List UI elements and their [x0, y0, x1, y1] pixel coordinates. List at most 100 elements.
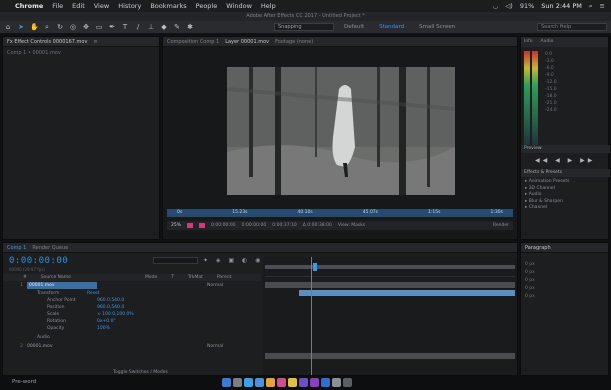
effects-item[interactable]: ▸ Channel — [525, 205, 569, 212]
layer-search-input[interactable] — [153, 257, 198, 264]
paragraph-field[interactable]: 0 px — [525, 285, 605, 293]
menu-people[interactable]: People — [196, 2, 218, 10]
safari-icon[interactable] — [244, 378, 253, 387]
effects-presets-header[interactable]: Effects & Presets — [521, 169, 610, 177]
reset-link[interactable]: Reset — [87, 290, 100, 297]
audio-label[interactable]: Audio — [37, 334, 87, 341]
tab-composition[interactable]: Composition Comp 1 — [167, 39, 219, 45]
render-checkbox[interactable]: Render — [493, 223, 509, 228]
paragraph-field[interactable]: 0 px — [525, 293, 605, 301]
range-end[interactable]: 0:00:37:10 — [272, 223, 297, 228]
tab-audio[interactable]: Audio — [541, 39, 554, 45]
range-start[interactable]: 0:00:00:00 — [242, 223, 267, 228]
tab-paragraph[interactable]: Paragraph — [525, 245, 551, 251]
channel-swatch[interactable] — [187, 223, 194, 228]
pan-tool-icon[interactable]: ✥ — [82, 23, 90, 31]
property-value[interactable]: 960.0,540.0 — [97, 304, 124, 311]
mail-icon[interactable] — [255, 378, 264, 387]
paragraph-field[interactable]: 0 px — [525, 269, 605, 277]
chrome-icon[interactable] — [288, 378, 297, 387]
clone-tool-icon[interactable]: ⊥ — [147, 23, 155, 31]
property-row[interactable]: Scale ∞ 100.0,100.0% — [47, 311, 134, 318]
rotate-tool-icon[interactable]: ↻ — [56, 23, 64, 31]
col-header[interactable]: Mode — [145, 274, 157, 281]
preview-playback-buttons[interactable]: ◀◀ ◀ ▶ ▶▶ — [535, 157, 595, 164]
layer-track-selected[interactable] — [299, 290, 515, 296]
photos-icon[interactable] — [266, 378, 275, 387]
property-value[interactable]: ∞ 100.0,100.0% — [97, 311, 134, 318]
pen-tool-icon[interactable]: ✒ — [108, 23, 116, 31]
volume-icon[interactable]: ◁) — [505, 2, 513, 10]
settings-icon[interactable] — [332, 378, 341, 387]
layer-track[interactable] — [265, 282, 515, 288]
selection-tool-icon[interactable]: ➤ — [17, 23, 25, 31]
timeline-tracks[interactable] — [263, 257, 517, 375]
after-effects-icon[interactable] — [299, 378, 308, 387]
viewer-time-ruler[interactable]: 0s 15.23s 40.10s 45.07s 1:15s 1:30s — [167, 209, 513, 217]
property-row[interactable]: Rotation 0x+0.0° — [47, 318, 116, 325]
paragraph-field[interactable]: 0 px — [525, 277, 605, 285]
transform-group[interactable]: Transform Reset — [37, 290, 100, 297]
tab-effect-controls[interactable]: Fx Effect Controls 0000167.mov — [7, 39, 87, 45]
brush-tool-icon[interactable]: ∕ — [134, 23, 142, 31]
tab-comp-1[interactable]: Comp 1 — [7, 245, 26, 251]
col-header[interactable]: # — [23, 274, 27, 281]
layer-row[interactable]: 1 00001.mov Normal — [3, 282, 261, 289]
launchpad-icon[interactable] — [233, 378, 242, 387]
snapping-toggle[interactable]: Snapping — [274, 23, 334, 31]
magnification-dropdown[interactable]: 25% — [171, 223, 181, 228]
property-value[interactable]: 100% — [97, 325, 110, 332]
paragraph-field[interactable]: 0 px — [525, 261, 605, 269]
menu-view[interactable]: View — [94, 2, 109, 10]
preview-header[interactable]: Preview — [521, 145, 610, 153]
layer-row[interactable]: 2 00001.mov Normal — [3, 343, 261, 350]
battery-percent[interactable]: 91% — [520, 2, 534, 10]
mask-tool-icon[interactable]: ▭ — [95, 23, 103, 31]
layer-name[interactable]: 00001.mov — [27, 343, 97, 350]
layer-name[interactable]: 00001.mov — [27, 282, 97, 289]
premiere-icon[interactable] — [310, 378, 319, 387]
tab-info[interactable]: Info — [524, 39, 533, 45]
zoom-tool-icon[interactable]: ⌕ — [43, 23, 51, 31]
notification-center-icon[interactable]: ≡ — [600, 2, 605, 10]
home-icon[interactable]: ⌂ — [4, 23, 12, 31]
wifi-icon[interactable]: ◡ — [493, 2, 499, 10]
menu-window[interactable]: Window — [226, 2, 252, 10]
puppet-tool-icon[interactable]: ✱ — [186, 23, 194, 31]
tab-render-queue[interactable]: Render Queue — [32, 245, 68, 251]
layer-mode[interactable]: Normal — [207, 343, 223, 350]
property-row[interactable]: Position 960.0,540.0 — [47, 304, 124, 311]
channel-swatch[interactable] — [199, 223, 206, 228]
photoshop-icon[interactable] — [321, 378, 330, 387]
property-value[interactable]: 960.0,540.0 — [97, 297, 124, 304]
menu-edit[interactable]: Edit — [72, 2, 85, 10]
workspace-default[interactable]: Default — [339, 24, 369, 30]
menu-history[interactable]: History — [118, 2, 141, 10]
audio-group[interactable]: Audio — [37, 334, 87, 341]
roto-tool-icon[interactable]: ✎ — [173, 23, 181, 31]
layer-track[interactable] — [265, 353, 515, 359]
menu-bookmarks[interactable]: Bookmarks — [150, 2, 186, 10]
property-row[interactable]: Opacity 100% — [47, 325, 110, 332]
workspace-small-screen[interactable]: Small Screen — [414, 24, 460, 30]
current-time[interactable]: 0:00:00:00 — [211, 223, 236, 228]
tab-layer[interactable]: Layer 00001.mov — [225, 39, 269, 45]
layer-mode[interactable]: Normal — [207, 282, 223, 289]
time-ruler[interactable] — [265, 271, 515, 277]
transform-label[interactable]: Transform — [37, 290, 87, 297]
type-tool-icon[interactable]: T — [121, 23, 129, 31]
col-header[interactable]: Parent — [217, 274, 231, 281]
itunes-icon[interactable] — [277, 378, 286, 387]
work-area-marker[interactable] — [313, 263, 317, 271]
playhead[interactable] — [311, 257, 312, 375]
finder-icon[interactable] — [222, 378, 231, 387]
col-header[interactable]: TrkMat — [188, 274, 203, 281]
hand-tool-icon[interactable]: ✋ — [30, 23, 39, 31]
menu-help[interactable]: Help — [261, 2, 276, 10]
current-time-display[interactable]: 0:00:00:00 — [9, 256, 68, 266]
trash-icon[interactable] — [343, 378, 352, 387]
tab-footage[interactable]: Footage (none) — [275, 39, 313, 45]
col-header[interactable]: T — [171, 274, 174, 281]
effects-item[interactable]: ▸ Animation Presets — [525, 179, 569, 186]
work-area-bar[interactable] — [265, 263, 515, 271]
